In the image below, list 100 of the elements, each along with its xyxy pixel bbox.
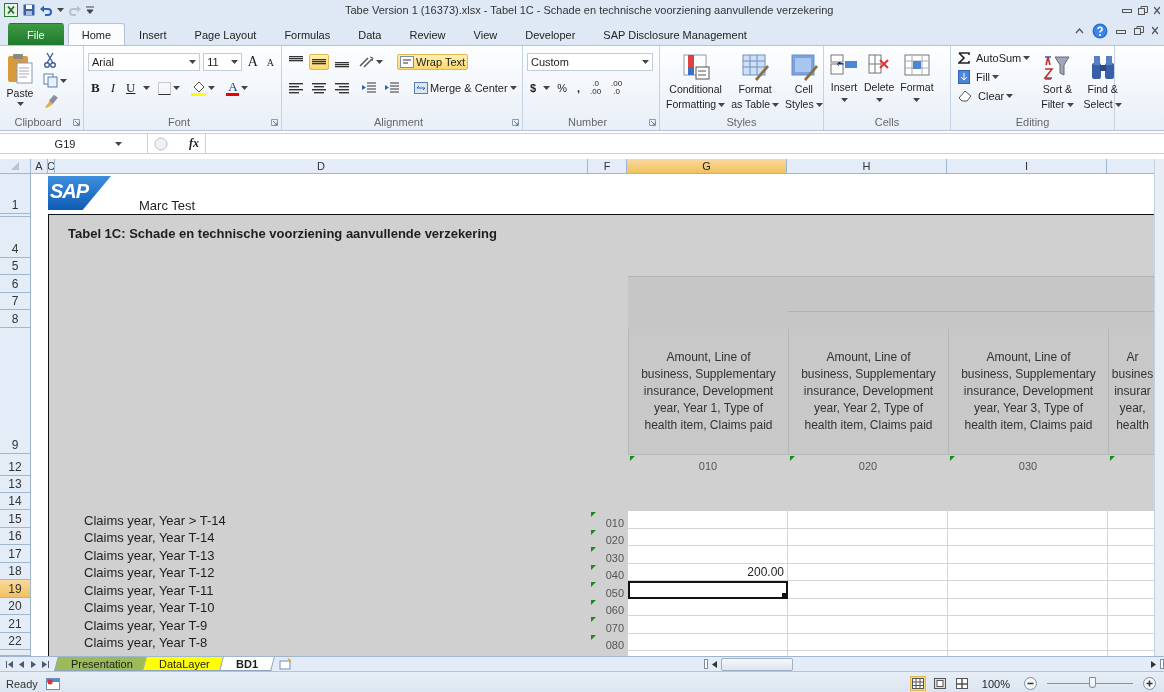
row-header[interactable]: 1 — [0, 174, 31, 214]
vertical-scrollbar[interactable] — [1154, 159, 1164, 656]
grow-font-button[interactable]: A — [244, 52, 261, 72]
column-header[interactable]: D — [55, 159, 588, 174]
table-cell[interactable]: 200.00 — [628, 564, 788, 581]
horizontal-align-button[interactable] — [309, 80, 329, 96]
row-header[interactable]: 15 — [0, 510, 31, 528]
horizontal-align-button[interactable] — [332, 80, 352, 96]
row-header[interactable]: 21 — [0, 615, 31, 633]
column-header[interactable]: A — [31, 159, 48, 174]
sort-filter-button[interactable]: Sort & Filter — [1039, 50, 1076, 114]
caret-icon — [840, 98, 848, 102]
vertical-align-button[interactable] — [309, 54, 329, 70]
autosum-button[interactable]: AutoSum — [955, 50, 1034, 66]
row-header[interactable]: 9 — [0, 328, 31, 454]
view-button[interactable] — [931, 676, 948, 691]
cancel-enter-icon — [154, 136, 168, 151]
ribbon-tab[interactable]: View — [459, 23, 512, 45]
ribbon-tab[interactable]: SAP Disclosure Management — [589, 23, 761, 45]
ribbon-tab[interactable]: Home — [67, 23, 126, 45]
row-header[interactable]: 20 — [0, 598, 31, 615]
styles-button[interactable]: Conditional Formatting — [664, 50, 728, 114]
row-header[interactable]: 19 — [0, 580, 31, 598]
cells-button[interactable]: Delete — [862, 50, 897, 114]
ribbon-tab[interactable]: File — [8, 23, 64, 45]
decimal-button[interactable]: .0 .00 — [586, 78, 605, 98]
wrap-text-button[interactable]: Wrap Text — [397, 54, 469, 70]
percent-button[interactable]: % — [554, 80, 570, 96]
shrink-font-button[interactable]: A — [263, 54, 277, 70]
styles-button[interactable]: Cell Styles — [783, 50, 825, 114]
ribbon-tab[interactable]: Insert — [125, 23, 181, 45]
corner-marker-icon — [1110, 456, 1115, 461]
row-header[interactable]: 5 — [0, 258, 31, 275]
font-color-button[interactable]: A — [223, 78, 252, 98]
row-header[interactable]: 14 — [0, 493, 31, 510]
comma-button[interactable]: , — [573, 80, 583, 96]
fill-button[interactable]: Fill — [955, 68, 1034, 86]
column-header[interactable]: I — [947, 159, 1107, 174]
caret-icon — [642, 60, 649, 64]
row-header[interactable]: 7 — [0, 293, 31, 310]
table-cell[interactable] — [628, 581, 788, 599]
font-size-field[interactable]: 11 — [203, 53, 242, 71]
column-header[interactable]: H — [787, 159, 947, 174]
find-select-button[interactable]: Find & Select — [1081, 50, 1124, 114]
view-button[interactable] — [953, 676, 970, 691]
merge-center-button[interactable]: Merge & Center — [411, 80, 520, 96]
row-header[interactable]: 16 — [0, 528, 31, 545]
row-code: 060 — [605, 604, 624, 616]
currency-button[interactable]: $ — [527, 80, 540, 96]
font-family-field[interactable]: Arial — [88, 53, 201, 71]
ribbon-tab[interactable]: Data — [344, 23, 396, 45]
sheet-tab[interactable]: BD1 — [218, 657, 275, 671]
group-label: Clipboard — [13, 116, 63, 128]
bold-button[interactable]: B — [88, 78, 103, 98]
ribbon-tab[interactable]: Review — [395, 23, 460, 45]
caret-icon — [60, 78, 67, 83]
clear-button[interactable]: Clear — [955, 88, 1034, 104]
row-header[interactable]: 12 — [0, 454, 31, 476]
column-header[interactable]: G — [627, 159, 787, 174]
zoom-in-button[interactable] — [1141, 675, 1158, 692]
name-box[interactable]: G19 — [0, 134, 148, 153]
ribbon-tab[interactable]: Page Layout — [180, 23, 271, 45]
cells-button[interactable]: Insert — [828, 50, 860, 114]
group-label: Alignment — [373, 116, 424, 128]
italic-button[interactable]: I — [107, 78, 118, 98]
zoom-slider[interactable] — [1088, 677, 1096, 688]
row-header[interactable]: 22 — [0, 633, 31, 650]
row-header[interactable] — [0, 650, 31, 656]
underline-button[interactable]: U — [123, 78, 139, 98]
paintbrush-icon — [43, 93, 59, 108]
increase-indent-button[interactable] — [382, 80, 402, 96]
decrease-indent-button[interactable] — [359, 80, 379, 96]
row-header[interactable]: 18 — [0, 563, 31, 580]
row-header[interactable]: 4 — [0, 217, 31, 258]
row-header[interactable]: 17 — [0, 545, 31, 563]
decimal-button[interactable]: .00 .0 — [608, 78, 626, 98]
corner-marker-icon — [591, 617, 596, 622]
scrollbar-thumb[interactable] — [721, 657, 793, 671]
row-header[interactable]: 6 — [0, 275, 31, 293]
ribbon-tab[interactable]: Formulas — [270, 23, 345, 45]
horizontal-align-button[interactable] — [286, 80, 306, 96]
number-format-field[interactable]: Custom — [527, 53, 653, 71]
cells-button[interactable]: Format — [898, 50, 936, 114]
column-header[interactable] — [1107, 159, 1154, 174]
caret-icon — [189, 60, 197, 64]
styles-button[interactable]: Format as Table — [729, 50, 782, 114]
zoom-level[interactable]: 100% — [981, 677, 1010, 690]
spreadsheet-app-icon — [4, 3, 18, 17]
caret-icon — [772, 102, 780, 107]
view-button[interactable] — [909, 676, 926, 691]
ribbon-tab[interactable]: Developer — [511, 23, 590, 45]
caret-icon — [57, 8, 64, 12]
insert-function-button[interactable]: fx — [189, 136, 199, 151]
copy-button[interactable] — [40, 71, 70, 90]
zoom-out-button[interactable] — [1022, 675, 1039, 692]
paste-button[interactable]: Paste — [4, 50, 36, 114]
row-header[interactable]: 8 — [0, 310, 31, 328]
select-all-corner[interactable] — [0, 159, 31, 174]
column-header[interactable]: F — [588, 159, 627, 174]
row-header[interactable]: 13 — [0, 476, 31, 493]
